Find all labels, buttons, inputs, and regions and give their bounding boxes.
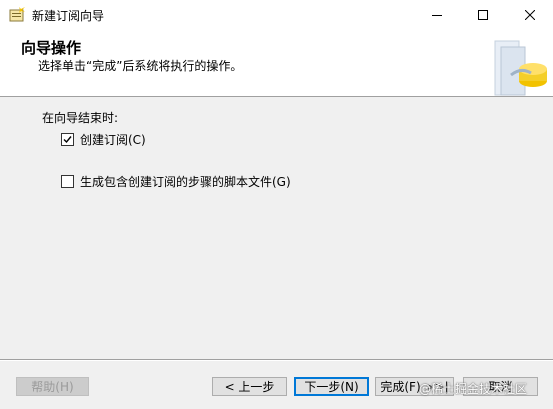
window-title: 新建订阅向导 [32,9,105,23]
maximize-icon [478,9,488,20]
generate-script-label: 生成包含创建订阅的步骤的脚本文件(G) [80,175,291,189]
create-subscription-option[interactable]: 创建订阅(C) [61,131,146,148]
generate-script-checkbox[interactable] [61,175,74,188]
maximize-button[interactable] [460,0,506,29]
page-subtitle: 选择单击“完成”后系统将执行的操作。 [38,59,243,73]
create-subscription-label: 创建订阅(C) [80,133,146,147]
wizard-graphic-icon [494,40,547,96]
help-button[interactable]: 帮助(H) [16,377,89,396]
divider-highlight [0,360,553,361]
watermark: @稀土掘金技术社区 [419,380,527,397]
title-bar: 新建订阅向导 [0,0,553,29]
create-subscription-checkbox[interactable] [61,133,74,146]
close-icon [525,9,535,20]
previous-button[interactable]: < 上一步 [212,377,287,396]
wizard-header: 向导操作 选择单击“完成”后系统将执行的操作。 [0,29,553,97]
next-button[interactable]: 下一步(N) [294,377,369,396]
end-of-wizard-label: 在向导结束时: [42,111,119,125]
generate-script-option[interactable]: 生成包含创建订阅的步骤的脚本文件(G) [61,173,291,190]
minimize-icon [432,14,442,16]
checkmark-icon [63,136,72,144]
page-title: 向导操作 [21,39,82,57]
wizard-app-icon [9,7,25,22]
close-button[interactable] [507,0,553,29]
minimize-button[interactable] [414,0,460,29]
watermark-text: @稀土掘金技术社区 [419,382,528,396]
